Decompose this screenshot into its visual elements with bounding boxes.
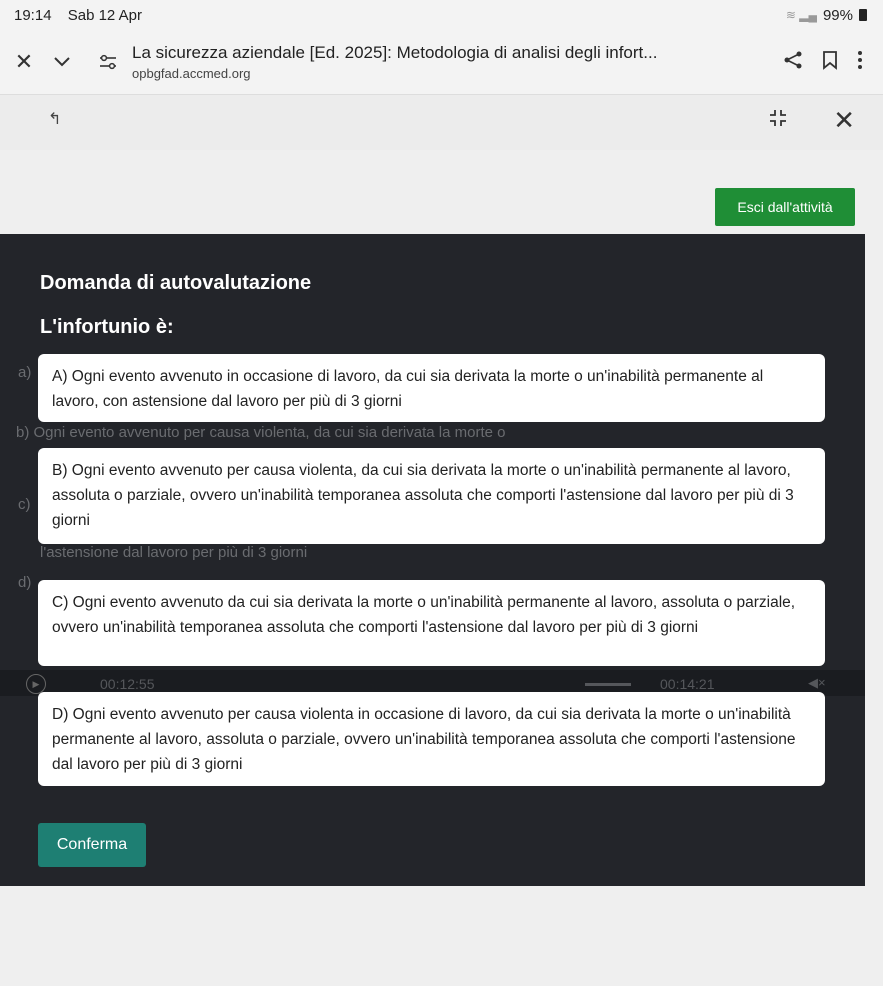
status-bar: 19:14 Sab 12 Apr ≋ ▂▄ 99%: [0, 0, 883, 30]
play-icon[interactable]: ▶: [26, 674, 46, 694]
background-letter-c: c): [18, 496, 31, 513]
background-text-astensione: l'astensione dal lavoro per più di 3 gio…: [40, 544, 308, 561]
video-current-time: 00:12:55: [100, 676, 155, 692]
status-date: Sab 12 Apr: [67, 6, 142, 24]
close-viewer-icon[interactable]: ✕: [833, 105, 855, 136]
site-settings-icon[interactable]: [90, 44, 126, 80]
status-left: 19:14 Sab 12 Apr: [14, 7, 154, 24]
battery-level: 99%: [822, 6, 853, 24]
viewer-toolbar: ↰ ✕: [0, 94, 883, 150]
volume-icon[interactable]: ◀×: [808, 675, 826, 691]
tab-actions: [783, 50, 883, 75]
battery-icon: [859, 9, 867, 21]
background-option-b-text: b) Ogni evento avvenuto per causa violen…: [16, 424, 656, 441]
background-letter-b: b): [16, 424, 30, 441]
background-letter-d: d): [18, 574, 32, 591]
tab-info: La sicurezza aziendale [Ed. 2025]: Metod…: [132, 43, 783, 81]
share-icon[interactable]: [783, 50, 803, 75]
browser-tab-bar: ✕ La sicurezza aziendale [Ed. 2025]: Met…: [0, 30, 883, 94]
video-progress-bar[interactable]: [585, 683, 631, 686]
more-options-icon[interactable]: [857, 50, 863, 75]
background-text-b: Ogni evento avvenuto per causa violenta,…: [33, 424, 506, 441]
chevron-down-icon[interactable]: [44, 44, 80, 80]
bookmark-icon[interactable]: [821, 50, 839, 75]
quiz-question: L'infortunio è:: [40, 316, 174, 338]
quiz-panel: Domanda di autovalutazione L'infortunio …: [0, 234, 865, 886]
answer-option-c[interactable]: C) Ogni evento avvenuto da cui sia deriv…: [38, 580, 825, 666]
confirm-button[interactable]: Conferma: [38, 823, 146, 867]
status-time: 19:14: [14, 6, 52, 24]
answer-option-b[interactable]: B) Ogni evento avvenuto per causa violen…: [38, 448, 825, 544]
exit-activity-button[interactable]: Esci dall'attività: [715, 188, 855, 226]
quiz-heading: Domanda di autovalutazione: [40, 272, 312, 294]
close-icon[interactable]: ✕: [6, 44, 42, 80]
wifi-signal-icon: ≋ ▂▄: [785, 8, 817, 22]
answer-option-a[interactable]: A) Ogni evento avvenuto in occasione di …: [38, 354, 825, 422]
answer-option-d[interactable]: D) Ogni evento avvenuto per causa violen…: [38, 692, 825, 786]
tab-title: La sicurezza aziendale [Ed. 2025]: Metod…: [132, 43, 658, 62]
background-letter-a: a): [18, 364, 32, 381]
status-right: ≋ ▂▄ 99%: [786, 7, 867, 24]
tab-url[interactable]: opbgfad.accmed.org: [132, 66, 783, 81]
back-arrow-icon[interactable]: ↰: [48, 109, 61, 129]
video-total-time: 00:14:21: [660, 676, 715, 692]
exit-fullscreen-icon[interactable]: [769, 109, 787, 132]
